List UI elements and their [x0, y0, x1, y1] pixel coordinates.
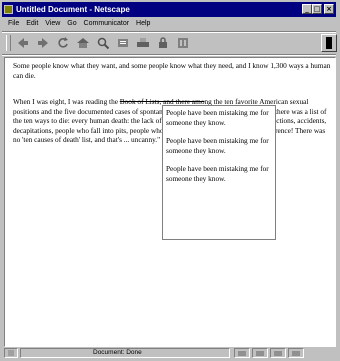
- title-bar[interactable]: Untitled Document - Netscape _ □ ×: [2, 2, 336, 17]
- window-controls: _ □ ×: [302, 4, 334, 14]
- status-bar: Document: Done: [2, 347, 336, 359]
- search-icon[interactable]: [96, 36, 110, 50]
- paragraph-2-start: When I was eight, I was reading the: [13, 97, 120, 106]
- print-icon[interactable]: [136, 36, 150, 50]
- navigation-toolbar: [2, 33, 336, 53]
- tooltip-item: People have been mistaking me for someon…: [166, 136, 269, 155]
- home-icon[interactable]: [76, 36, 90, 50]
- navigator-icon[interactable]: [234, 348, 250, 358]
- toolbar-grip[interactable]: [6, 35, 11, 51]
- discussion-icon[interactable]: [270, 348, 286, 358]
- netscape-app-icon[interactable]: [4, 5, 13, 14]
- mailbox-icon[interactable]: [252, 348, 268, 358]
- forward-icon[interactable]: [36, 36, 50, 50]
- minimize-button[interactable]: _: [302, 4, 312, 14]
- back-icon[interactable]: [16, 36, 30, 50]
- composer-icon[interactable]: [288, 348, 304, 358]
- page-content: Some people know what they want, and som…: [4, 57, 336, 347]
- toolbar-divider: [2, 54, 336, 56]
- netscape-logo[interactable]: [321, 34, 337, 52]
- menu-file[interactable]: File: [8, 20, 19, 27]
- menu-communicator[interactable]: Communicator: [84, 20, 130, 27]
- paragraph-1: Some people know what they want, and som…: [13, 61, 331, 80]
- tooltip-overlay: People have been mistaking me for someon…: [162, 105, 276, 240]
- lock-status-icon: [8, 350, 14, 356]
- tooltip-item: People have been mistaking me for someon…: [166, 164, 269, 183]
- window-title: Untitled Document - Netscape: [16, 5, 130, 14]
- menu-edit[interactable]: Edit: [26, 20, 38, 27]
- status-text: Document: Done: [20, 348, 230, 358]
- reload-icon[interactable]: [56, 36, 70, 50]
- tooltip-item: People have been mistaking me for someon…: [166, 108, 269, 127]
- menu-go[interactable]: Go: [67, 20, 76, 27]
- menu-bar: File Edit View Go Communicator Help: [2, 18, 336, 30]
- menu-help[interactable]: Help: [136, 20, 150, 27]
- guide-icon[interactable]: [116, 36, 130, 50]
- close-button[interactable]: ×: [324, 4, 334, 14]
- stop-icon[interactable]: [176, 36, 190, 50]
- security-icon[interactable]: [156, 36, 170, 50]
- maximize-button[interactable]: □: [312, 4, 322, 14]
- throbber-icon: [326, 37, 332, 49]
- security-status-icon[interactable]: [4, 348, 18, 358]
- browser-window: Untitled Document - Netscape _ □ × File …: [0, 0, 340, 361]
- menu-view[interactable]: View: [45, 20, 60, 27]
